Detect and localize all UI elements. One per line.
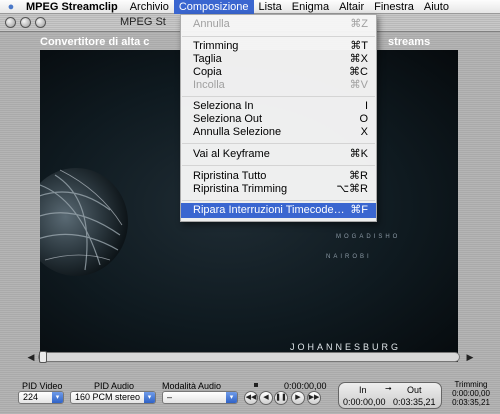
slider-start-arrow[interactable]: ◀ — [24, 352, 38, 364]
menu-item-label: Taglia — [193, 53, 222, 65]
menu-item-shortcut: O — [359, 113, 368, 125]
trimming-end: 0:03:35,21 — [452, 398, 490, 407]
menu-separator — [182, 96, 375, 97]
menu-item-shortcut: ⌥⌘R — [336, 183, 368, 195]
in-label: In — [359, 385, 367, 395]
minimize-button[interactable] — [20, 17, 31, 28]
audio-mode-select[interactable]: – ▾ — [162, 391, 238, 404]
menu-item-label: Ripristina Trimming — [193, 183, 288, 195]
play-backward-button[interactable]: ◀ — [259, 391, 273, 405]
menu-item-label: Ripristina Tutto — [193, 170, 267, 182]
city-label-nairobi: NAIROBI — [326, 254, 372, 260]
menu-separator — [182, 36, 375, 37]
audio-mode-label: Modalità Audio — [162, 381, 222, 391]
window-title: MPEG St — [120, 16, 166, 28]
menu-archivio[interactable]: Archivio — [125, 0, 174, 14]
menu-item-copia[interactable]: Copia ⌘C — [181, 66, 376, 79]
menu-item-label: Annulla — [193, 18, 230, 30]
menu-item-ripristina-trimming[interactable]: Ripristina Trimming ⌥⌘R — [181, 183, 376, 196]
position-marker-icon — [254, 383, 258, 387]
menu-item-shortcut: ⌘T — [350, 40, 368, 52]
menu-item-incolla[interactable]: Incolla ⌘V — [181, 79, 376, 92]
menu-item-shortcut: ⌘K — [349, 148, 368, 160]
composizione-menu: Annulla ⌘Z Trimming ⌘T Taglia ⌘X Copia ⌘… — [180, 14, 377, 222]
menu-item-shortcut: I — [364, 100, 368, 112]
trimming-start: 0:00:00,00 — [452, 389, 490, 398]
zoom-button[interactable] — [35, 17, 46, 28]
menu-separator — [182, 165, 375, 166]
pid-video-label: PID Video — [22, 381, 63, 391]
trimming-info: Trimming 0:00:00,00 0:03:35,21 — [443, 380, 499, 407]
pause-button[interactable]: ❚❚ — [274, 391, 288, 405]
menu-bar: ● MPEG Streamclip Archivio Composizione … — [0, 0, 500, 14]
arrow-right-icon: ➞ — [385, 384, 392, 393]
menu-item-label: Trimming — [193, 40, 239, 52]
menu-item-taglia[interactable]: Taglia ⌘X — [181, 53, 376, 66]
chevron-updown-icon: ▾ — [144, 392, 155, 403]
chevron-updown-icon: ▾ — [226, 392, 237, 403]
menu-item-shortcut: ⌘R — [349, 170, 368, 182]
menu-item-label: Seleziona Out — [193, 113, 263, 125]
menu-separator — [182, 200, 375, 201]
menu-item-label: Vai al Keyframe — [193, 148, 270, 160]
in-out-panel: In ➞ Out 0:00:00,00 0:03:35,21 — [338, 382, 442, 409]
menu-item-seleziona-in[interactable]: Seleziona In I — [181, 100, 376, 113]
out-value: 0:03:35,21 — [393, 397, 436, 407]
menu-finestra[interactable]: Finestra — [369, 0, 419, 14]
menu-item-ripara-interruzioni-timecode[interactable]: Ripara Interruzioni Timecode… ⌘F — [181, 203, 376, 218]
menu-item-label: Incolla — [193, 79, 225, 91]
slider-end-arrow[interactable]: ▶ — [463, 352, 477, 364]
audio-mode-value: – — [167, 392, 173, 402]
current-timecode: 0:00:00,00 — [284, 381, 327, 391]
menu-item-shortcut: ⌘F — [350, 204, 368, 216]
menu-item-shortcut: X — [360, 126, 368, 138]
menu-item-vai-al-keyframe[interactable]: Vai al Keyframe ⌘K — [181, 148, 376, 161]
window-subtitle: Convertitore di alta c — [40, 36, 150, 48]
menu-item-label: Seleziona In — [193, 100, 254, 112]
forward-button[interactable]: ▶▶ — [307, 391, 321, 405]
pid-audio-select[interactable]: 160 PCM stereo ▾ — [70, 391, 156, 404]
menu-item-shortcut: ⌘C — [349, 66, 368, 78]
menu-item-annulla[interactable]: Annulla ⌘Z — [181, 18, 376, 31]
menu-lista[interactable]: Lista — [254, 0, 287, 14]
menu-item-annulla-selezione[interactable]: Annulla Selezione X — [181, 126, 376, 139]
menu-composizione[interactable]: Composizione — [173, 0, 254, 14]
menu-item-label: Annulla Selezione — [193, 126, 282, 138]
menu-item-shortcut: ⌘V — [349, 79, 368, 91]
menu-item-label: Ripara Interruzioni Timecode… — [193, 204, 345, 216]
city-label-johannesburg: JOHANNESBURG — [290, 342, 402, 352]
menu-item-ripristina-tutto[interactable]: Ripristina Tutto ⌘R — [181, 170, 376, 183]
menu-altair[interactable]: Altair — [334, 0, 369, 14]
menu-item-shortcut: ⌘Z — [350, 18, 368, 30]
rewind-button[interactable]: ◀◀ — [244, 391, 258, 405]
pid-video-value: 224 — [23, 392, 39, 402]
menu-item-trimming[interactable]: Trimming ⌘T — [181, 40, 376, 53]
pid-audio-value: 160 PCM stereo — [75, 392, 141, 402]
out-label: Out — [407, 385, 422, 395]
menu-app-name[interactable]: MPEG Streamclip — [22, 0, 125, 14]
slider-knob[interactable] — [39, 351, 47, 363]
close-button[interactable] — [5, 17, 16, 28]
timeline-slider[interactable] — [38, 351, 460, 363]
menu-item-label: Copia — [193, 66, 222, 78]
play-button[interactable]: ▶ — [291, 391, 305, 405]
menu-item-seleziona-out[interactable]: Seleziona Out O — [181, 113, 376, 126]
menu-item-shortcut: ⌘X — [349, 53, 368, 65]
in-value: 0:00:00,00 — [343, 397, 386, 407]
trimming-label: Trimming — [454, 380, 488, 389]
menu-enigma[interactable]: Enigma — [287, 0, 334, 14]
window-subtitle-right: streams — [388, 36, 431, 48]
chevron-updown-icon: ▾ — [52, 392, 63, 403]
menu-separator — [182, 143, 375, 144]
apple-icon[interactable]: ● — [0, 1, 22, 13]
pid-video-select[interactable]: 224 ▾ — [18, 391, 64, 404]
city-label-mogadishu: MOGADISHO — [336, 234, 401, 240]
menu-aiuto[interactable]: Aiuto — [419, 0, 454, 14]
pid-audio-label: PID Audio — [94, 381, 135, 391]
